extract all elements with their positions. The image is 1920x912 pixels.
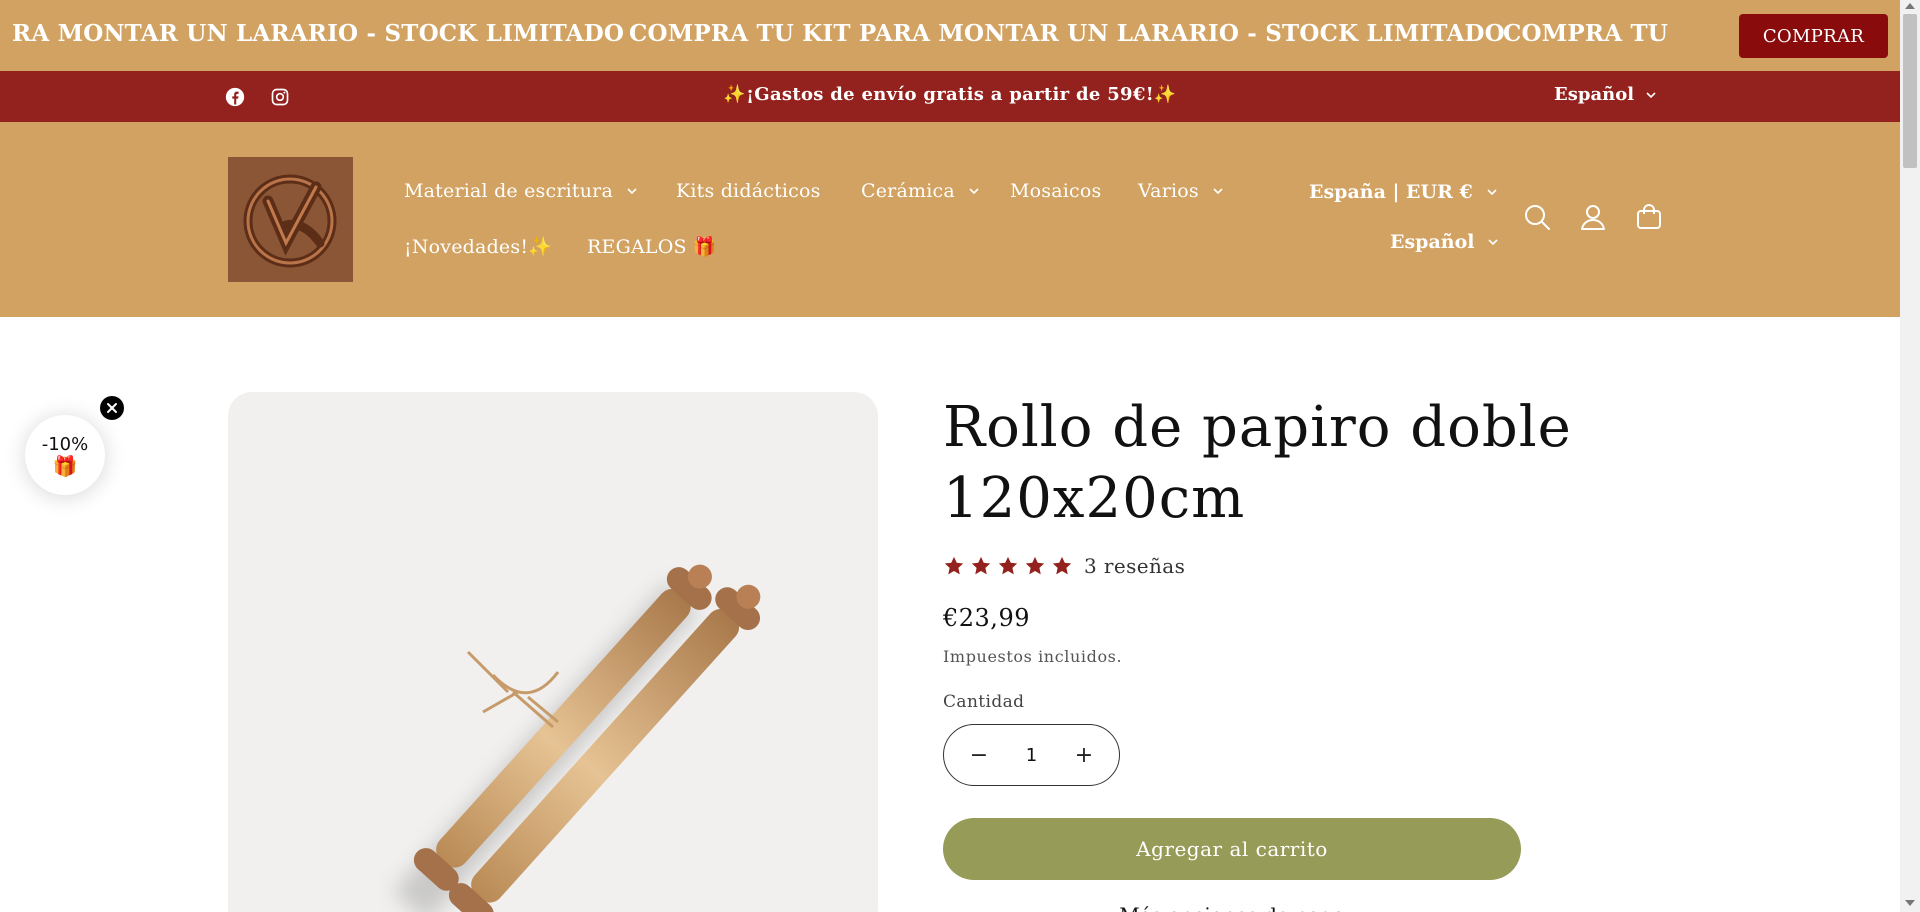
language-selector-top[interactable]: Español [1554, 84, 1658, 105]
nav-label: Material de escritura [404, 180, 613, 202]
chevron-down-icon [969, 188, 979, 195]
decrease-quantity-button[interactable]: − [964, 743, 994, 768]
logo-emblem-icon [228, 157, 353, 282]
chevron-down-icon [1646, 91, 1656, 98]
close-icon [107, 403, 117, 413]
site-logo[interactable] [228, 157, 353, 282]
search-icon[interactable] [1522, 202, 1552, 232]
language-label: Español [1390, 231, 1475, 253]
nav-label: Mosaicos [1010, 180, 1102, 202]
discount-popup[interactable]: -10% 🎁 [25, 415, 105, 495]
star-icon [998, 556, 1018, 575]
product-title: Rollo de papiro doble 120x20cm [943, 395, 1572, 531]
site-header: Material de escritura Kits didácticos Ce… [0, 122, 1900, 317]
marquee-bar: RA MONTAR UN LARARIO - STOCK LIMITADO CO… [0, 0, 1900, 71]
product-image[interactable] [228, 392, 878, 912]
nav-label: Varios [1138, 180, 1199, 202]
quantity-stepper: − 1 + [943, 724, 1120, 786]
language-selector[interactable]: Español [1390, 231, 1500, 253]
chevron-down-icon [1213, 188, 1223, 195]
chevron-down-icon [627, 188, 637, 195]
marquee-text: RA MONTAR UN LARARIO - STOCK LIMITADO [12, 20, 625, 47]
buy-button[interactable]: COMPRAR [1739, 14, 1888, 58]
nav-regalos[interactable]: REGALOS 🎁 [587, 235, 717, 258]
marquee-text: COMPRA TU KIT PARA MONTAR UN LARARIO - S… [629, 20, 1505, 47]
scrollbar[interactable] [1900, 0, 1920, 912]
review-count[interactable]: 3 reseñas [1084, 554, 1185, 578]
account-icon[interactable] [1578, 202, 1608, 232]
nav-varios[interactable]: Varios [1138, 180, 1225, 202]
nav-ceramica[interactable]: Cerámica [861, 180, 981, 202]
star-icon [971, 556, 991, 575]
add-to-cart-button[interactable]: Agregar al carrito [943, 818, 1521, 880]
chevron-down-icon [1487, 189, 1497, 196]
quantity-input[interactable]: 1 [1026, 745, 1037, 766]
language-label: Español [1554, 84, 1635, 105]
announcement-bar: ✨¡Gastos de envío gratis a partir de 59€… [0, 71, 1900, 122]
product-price: €23,99 [943, 604, 1030, 632]
scroll-down-arrow-icon[interactable] [1905, 900, 1915, 906]
nav-label: ¡Novedades!✨ [404, 236, 553, 258]
discount-percent: -10% [41, 433, 89, 455]
nav-label: Kits didácticos [676, 180, 821, 202]
nav-novedades[interactable]: ¡Novedades!✨ [404, 235, 552, 258]
nav-material-escritura[interactable]: Material de escritura [404, 180, 639, 202]
nav-label: Cerámica [861, 180, 955, 202]
tax-note: Impuestos incluidos. [943, 647, 1123, 666]
nav-kits-didacticos[interactable]: Kits didácticos [676, 180, 821, 202]
close-discount-button[interactable] [100, 396, 124, 420]
product-rating[interactable]: 3 reseñas [943, 554, 1185, 578]
nav-label: REGALOS 🎁 [587, 236, 717, 258]
more-payment-options-link[interactable]: Más opciones de pago [943, 903, 1521, 912]
country-label: España | EUR € [1309, 181, 1473, 203]
star-icon [944, 556, 964, 575]
star-icon [1025, 556, 1045, 575]
scroll-up-arrow-icon[interactable] [1905, 3, 1915, 9]
scroll-thumb[interactable] [1903, 14, 1917, 168]
increase-quantity-button[interactable]: + [1069, 743, 1099, 768]
star-icon [1052, 556, 1072, 575]
quantity-label: Cantidad [943, 692, 1025, 712]
nav-mosaicos[interactable]: Mosaicos [1010, 180, 1101, 202]
papyrus-scroll-image [393, 564, 761, 912]
country-selector[interactable]: España | EUR € [1309, 181, 1499, 203]
gift-icon: 🎁 [52, 453, 78, 478]
cart-icon[interactable] [1634, 202, 1664, 232]
chevron-down-icon [1488, 239, 1499, 246]
